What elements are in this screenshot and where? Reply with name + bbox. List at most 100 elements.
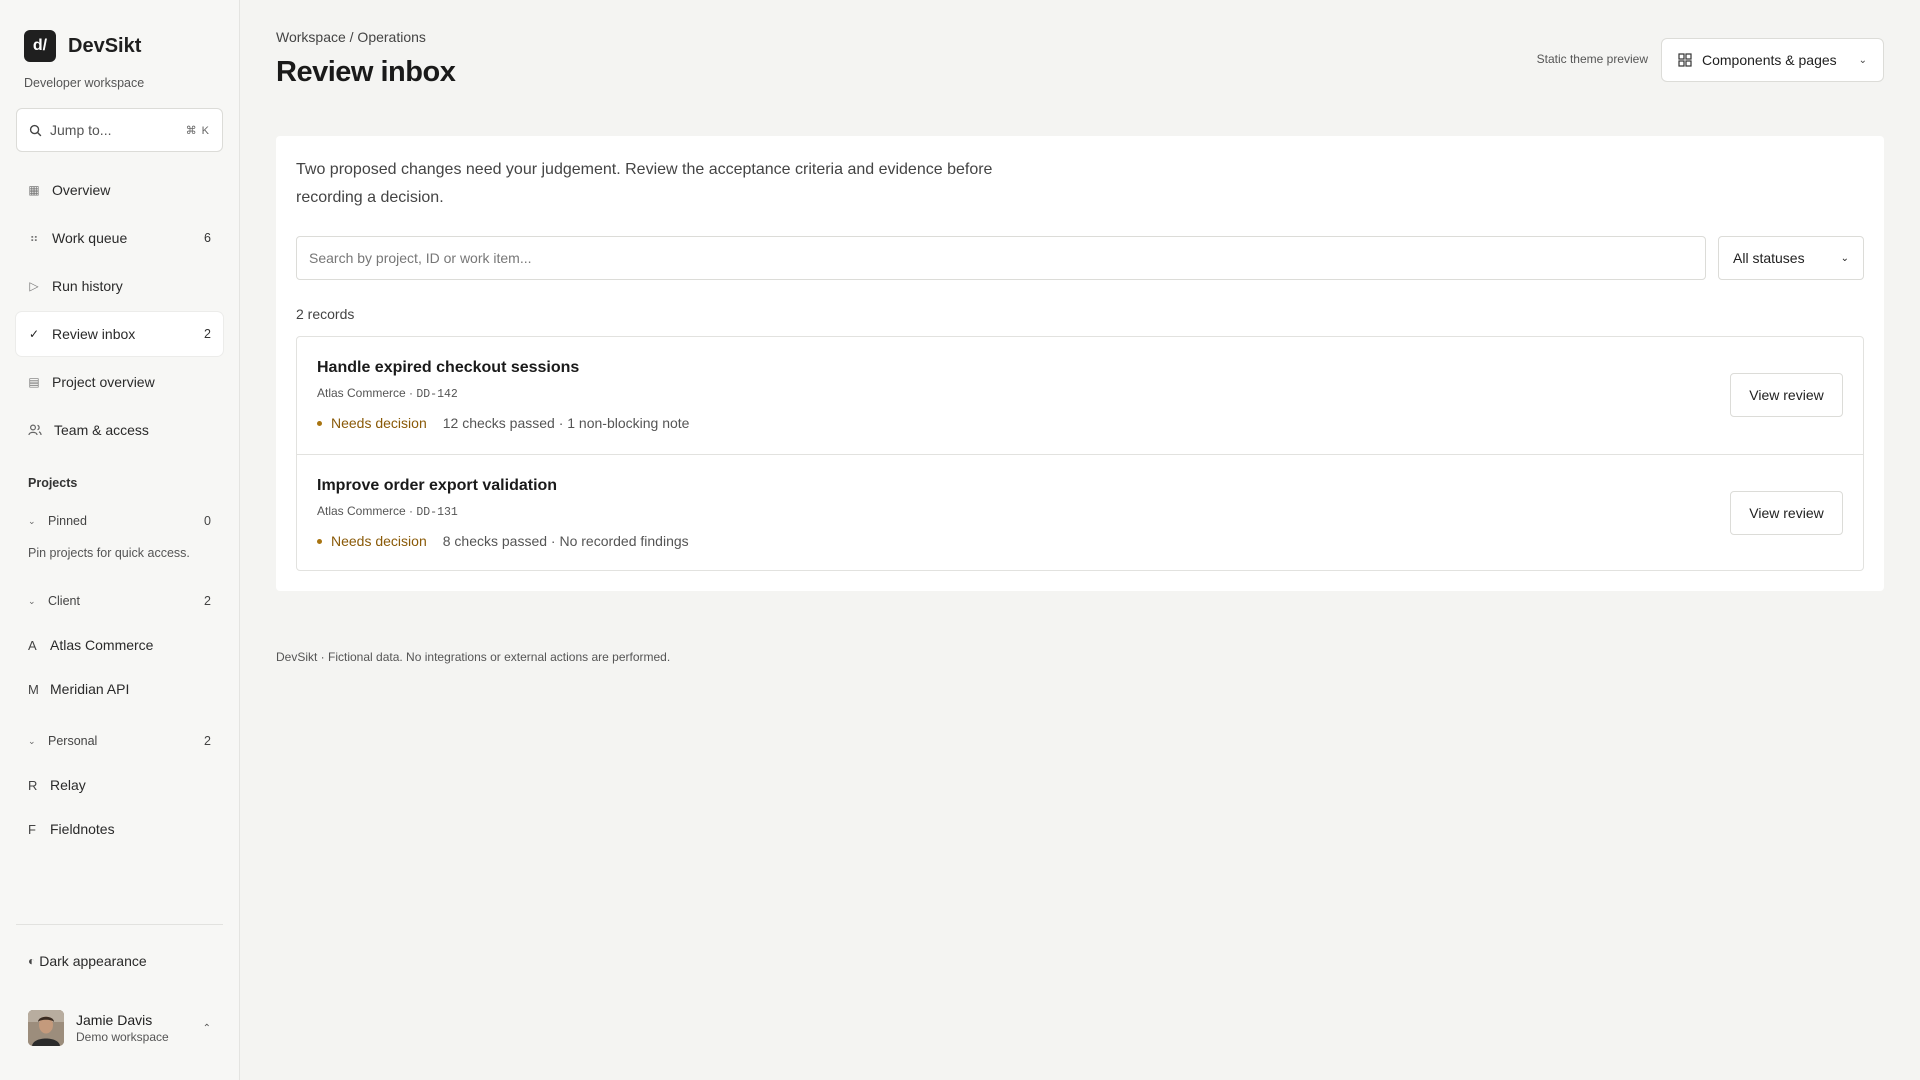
item-project: Atlas Commerce <box>317 504 406 518</box>
nav-label: Review inbox <box>52 326 136 342</box>
table-icon: ▤ <box>28 375 40 389</box>
item-meta: Atlas Commerce · DD-131 <box>317 504 458 519</box>
nav-count: 6 <box>204 231 211 245</box>
group-personal[interactable]: ⌄ Personal 2 <box>28 734 211 748</box>
view-review-button[interactable]: View review <box>1730 373 1843 417</box>
view-review-button[interactable]: View review <box>1730 491 1843 535</box>
project-name: Meridian API <box>50 681 130 697</box>
nav-label: Overview <box>52 182 111 198</box>
group-label: Personal <box>48 734 98 748</box>
avatar <box>28 1010 64 1046</box>
components-pages-label: Components & pages <box>1702 52 1837 68</box>
review-inbox-card: Two proposed changes need your judgement… <box>276 136 1884 591</box>
status-filter-select[interactable]: All statuses ⌄ <box>1718 236 1864 280</box>
jump-to-search[interactable]: Jump to... ⌘ K <box>16 108 223 152</box>
chevron-down-icon: ⌄ <box>28 735 36 746</box>
users-icon <box>28 424 42 436</box>
workspace-subtitle: Developer workspace <box>24 76 145 90</box>
project-name: Fieldnotes <box>50 821 115 837</box>
status-dot <box>317 538 322 544</box>
item-evidence: 8 checks passed · No recorded findings <box>442 533 689 549</box>
brand[interactable]: d/ DevSikt <box>24 30 141 62</box>
project-meridian-api[interactable]: M Meridian API <box>28 681 129 697</box>
intro-text: Two proposed changes need your judgement… <box>296 161 993 206</box>
nav-label: Team & access <box>54 422 149 438</box>
chevron-up-icon: ⌃ <box>202 1022 211 1034</box>
nav-label: Project overview <box>52 374 155 390</box>
half-circle-icon: ◐ <box>28 954 36 968</box>
grid-icon: ▦ <box>28 183 40 197</box>
play-icon: ▷ <box>29 279 39 293</box>
nav-item-overview[interactable]: ▦ Overview <box>16 168 223 212</box>
nav-item-project-overview[interactable]: ▤ Project overview <box>16 360 223 404</box>
group-label: Pinned <box>48 514 87 528</box>
item-status-line: Needs decision 12 checks passed · 1 non-… <box>317 415 689 431</box>
theme-note: Static theme preview <box>1536 52 1648 66</box>
item-evidence: 12 checks passed · 1 non-blocking note <box>442 415 690 431</box>
user-name: Jamie Davis <box>76 1012 153 1028</box>
item-title: Improve order export validation <box>317 477 558 494</box>
sidebar-divider <box>16 924 223 925</box>
jump-label: Jump to... <box>50 122 112 138</box>
project-initial: R <box>28 777 38 793</box>
item-id: DD-142 <box>416 388 458 401</box>
nav-item-review-inbox[interactable]: ✓ Review inbox 2 <box>16 312 223 356</box>
project-relay[interactable]: R Relay <box>28 777 86 793</box>
project-atlas-commerce[interactable]: A Atlas Commerce <box>28 637 153 653</box>
user-menu[interactable]: Jamie Davis Demo workspace ⌃ <box>28 1010 211 1046</box>
item-id: DD-131 <box>416 506 458 519</box>
list-item: Improve order export validation Atlas Co… <box>297 454 1863 571</box>
user-workspace: Demo workspace <box>76 1030 169 1044</box>
review-list: Handle expired checkout sessions Atlas C… <box>296 336 1864 571</box>
nav-label: Work queue <box>52 230 128 246</box>
item-title: Handle expired checkout sessions <box>317 359 580 376</box>
chevron-down-icon: ⌄ <box>28 515 36 526</box>
project-initial: F <box>28 821 36 837</box>
status-dot <box>317 420 322 426</box>
nav-item-team-access[interactable]: Team & access <box>16 408 223 452</box>
chevron-down-icon: ⌄ <box>1858 54 1867 66</box>
project-name: Atlas Commerce <box>50 637 154 653</box>
item-meta: Atlas Commerce · DD-142 <box>317 386 458 401</box>
search-icon <box>29 124 42 136</box>
group-count: 2 <box>204 734 211 748</box>
nav-item-run-history[interactable]: ▷ Run history <box>16 264 223 308</box>
search-input[interactable] <box>296 236 1706 280</box>
components-pages-button[interactable]: Components & pages ⌄ <box>1661 38 1884 82</box>
dark-appearance-label: Dark appearance <box>39 953 147 969</box>
chevron-down-icon: ⌄ <box>28 595 36 606</box>
group-client[interactable]: ⌄ Client 2 <box>28 594 211 608</box>
item-project: Atlas Commerce <box>317 386 406 400</box>
group-label: Client <box>48 594 80 608</box>
projects-heading: Projects <box>28 476 78 490</box>
records-count: 2 records <box>296 306 355 322</box>
nav-label: Run history <box>52 278 123 294</box>
status-filter-value: All statuses <box>1733 250 1805 266</box>
group-count: 0 <box>204 514 211 528</box>
check-icon: ✓ <box>28 327 40 341</box>
group-count: 2 <box>204 594 211 608</box>
grid-icon <box>1678 53 1692 67</box>
group-pinned[interactable]: ⌄ Pinned 0 <box>28 514 211 528</box>
nav-count: 2 <box>204 327 211 341</box>
sidebar: d/ DevSikt Developer workspace Jump to..… <box>0 0 240 1080</box>
breadcrumb: Workspace / Operations <box>276 29 426 45</box>
project-fieldnotes[interactable]: F Fieldnotes <box>28 821 115 837</box>
project-initial: A <box>28 637 37 653</box>
list-icon: ⠶ <box>29 231 39 245</box>
brand-name: DevSikt <box>68 34 142 57</box>
item-status-line: Needs decision 8 checks passed · No reco… <box>317 533 689 549</box>
list-item: Handle expired checkout sessions Atlas C… <box>297 337 1863 454</box>
page-title: Review inbox <box>276 56 456 88</box>
nav-item-work-queue[interactable]: ⠶ Work queue 6 <box>16 216 223 260</box>
status-badge: Needs decision <box>331 415 427 431</box>
brand-logo: d/ <box>24 30 56 62</box>
footer-note: DevSikt · Fictional data. No integration… <box>276 650 671 664</box>
project-name: Relay <box>50 777 86 793</box>
project-initial: M <box>28 681 39 697</box>
chevron-down-icon: ⌄ <box>1840 252 1849 264</box>
status-badge: Needs decision <box>331 533 427 549</box>
dark-appearance-toggle[interactable]: ◐ Dark appearance <box>28 953 147 969</box>
pinned-hint: Pin projects for quick access. <box>28 546 190 560</box>
shortcut-hint: ⌘ K <box>185 124 210 137</box>
